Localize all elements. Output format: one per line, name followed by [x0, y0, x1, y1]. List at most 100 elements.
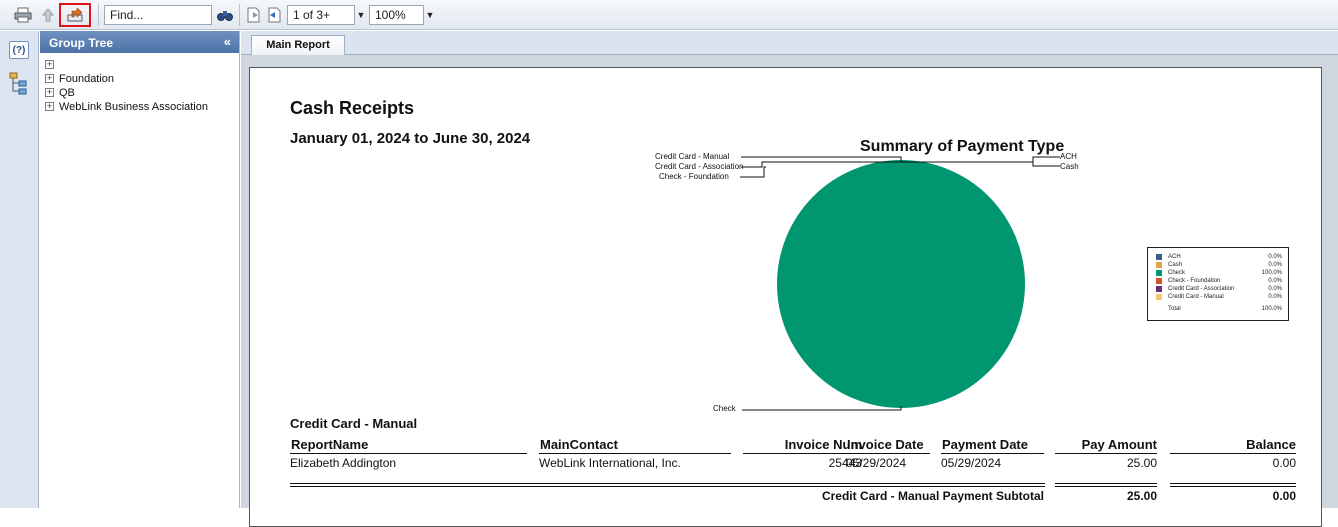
column-header: Balance [1246, 437, 1296, 452]
tab-bar: Main Report [241, 31, 1338, 56]
expand-icon[interactable]: + [45, 74, 54, 83]
tree-node[interactable]: + Foundation [40, 72, 239, 86]
collapse-icon[interactable]: « [224, 34, 231, 49]
expand-icon[interactable]: + [45, 88, 54, 97]
tree-node[interactable]: + QB [40, 86, 239, 100]
pie-label: Credit Card - Association [655, 162, 744, 171]
next-page-icon [268, 7, 281, 23]
tab-main-report[interactable]: Main Report [251, 35, 345, 56]
column-header: MainContact [540, 437, 618, 452]
legend-swatch [1156, 262, 1162, 268]
legend-label: Check - Foundation [1168, 278, 1221, 284]
binoculars-icon [217, 11, 233, 21]
subtotal-rule [1055, 486, 1157, 487]
legend-item: Credit Card - Manual 0.0% [1156, 293, 1282, 301]
tree-node[interactable]: + [40, 58, 239, 72]
subtotal-rule [1170, 483, 1296, 484]
legend-swatch [1156, 270, 1162, 276]
group-tree-header: Group Tree « [40, 31, 239, 53]
leader-line [740, 166, 766, 178]
up-arrow-icon [42, 8, 54, 22]
header-underline [290, 453, 527, 454]
legend-item: Check - Foundation 0.0% [1156, 277, 1282, 285]
prev-page-button[interactable] [244, 4, 262, 26]
subtotal-rule [1055, 483, 1157, 484]
help-button[interactable]: (?) [9, 41, 29, 59]
export-icon [67, 7, 83, 22]
zoom-select[interactable]: 100% [369, 5, 424, 25]
legend-value: 0.0% [1268, 254, 1282, 260]
cell-invoice-date: 05/29/2024 [846, 456, 907, 470]
group-header: Credit Card - Manual [290, 416, 418, 431]
report-date-range: January 01, 2024 to June 30, 2024 [290, 130, 531, 147]
column-header: ReportName [291, 437, 369, 452]
find-input[interactable]: Find... [104, 5, 212, 25]
subtotal-rule [290, 486, 1045, 487]
chart-title: Summary of Payment Type [860, 138, 1065, 155]
legend-label: Check [1168, 270, 1186, 276]
tree-list: + + Foundation + QB + WebLink Business Asso… [40, 53, 239, 114]
leader-line [901, 156, 1060, 167]
subtotal-amount: 25.00 [1126, 489, 1157, 503]
up-button[interactable] [40, 4, 56, 26]
tree-node[interactable]: + WebLink Business Association [40, 100, 239, 114]
legend-total-label: Total [1168, 306, 1181, 312]
header-underline [743, 453, 862, 454]
report-page: Cash Receipts January 01, 2024 to June 3… [249, 67, 1322, 527]
legend-swatch [1156, 278, 1162, 284]
legend-item: ACH 0.0% [1156, 253, 1282, 261]
subtotal-label: Credit Card - Manual Payment Subtotal [821, 489, 1044, 503]
legend-item: Credit Card - Association 0.0% [1156, 285, 1282, 293]
tree-node-label: QB [59, 87, 75, 99]
legend-value: 0.0% [1268, 286, 1282, 292]
header-underline [539, 453, 731, 454]
chevron-down-icon[interactable]: ▼ [424, 5, 436, 25]
tree-node-label: WebLink Business Association [59, 101, 208, 113]
legend-swatch [1156, 286, 1162, 292]
legend-value: 0.0% [1268, 262, 1282, 268]
report-viewer: Cash Receipts January 01, 2024 to June 3… [241, 55, 1338, 527]
help-icon: (?) [12, 44, 26, 56]
column-header: Invoice Date [847, 437, 924, 452]
chart-legend: ACH 0.0% Cash 0.0% Check 100.0% Check - Fou… [1147, 247, 1289, 321]
cell-invoice-num: 25443 [828, 456, 862, 470]
column-header: Payment Date [942, 437, 1028, 452]
legend-swatch [1156, 254, 1162, 260]
header-underline [941, 453, 1044, 454]
pie-label: Credit Card - Manual [655, 152, 730, 161]
search-button[interactable] [215, 4, 235, 26]
page-nav-select[interactable]: 1 of 3+ [287, 5, 355, 25]
toolbar-separator [98, 4, 99, 26]
pie-slice [777, 160, 1025, 408]
legend-label: Credit Card - Association [1168, 286, 1235, 292]
header-underline [846, 453, 930, 454]
next-page-button[interactable] [265, 4, 283, 26]
left-panel-strip: (?) [0, 31, 39, 508]
expand-icon[interactable]: + [45, 102, 54, 111]
header-underline [1170, 453, 1296, 454]
group-tree-toggle[interactable] [8, 71, 30, 97]
subtotal-rule [290, 483, 1045, 484]
expand-icon[interactable]: + [45, 60, 54, 69]
legend-total: Total 100.0% [1156, 305, 1282, 313]
pie-label: ACH [1060, 152, 1077, 161]
leader-line [741, 156, 902, 168]
group-tree-panel: Group Tree « + + Foundation + QB + WebLink … [40, 31, 240, 508]
legend-swatch [1156, 294, 1162, 300]
legend-value: 0.0% [1268, 278, 1282, 284]
column-header: Invoice Num [784, 437, 862, 452]
legend-total-value: 100.0% [1261, 306, 1282, 312]
legend-value: 0.0% [1268, 294, 1282, 300]
legend-value: 100.0% [1261, 270, 1282, 276]
legend-item: Cash 0.0% [1156, 261, 1282, 269]
toolbar-separator [239, 4, 240, 26]
column-header: Pay Amount [1081, 437, 1157, 452]
export-button[interactable] [59, 3, 91, 27]
prev-page-icon [247, 7, 260, 23]
printer-icon [14, 7, 32, 23]
legend-label: Credit Card - Manual [1168, 294, 1224, 300]
chevron-down-icon[interactable]: ▼ [355, 5, 367, 25]
legend-label: ACH [1168, 254, 1181, 260]
subtotal-rule [1170, 486, 1296, 487]
print-button[interactable] [12, 4, 34, 26]
